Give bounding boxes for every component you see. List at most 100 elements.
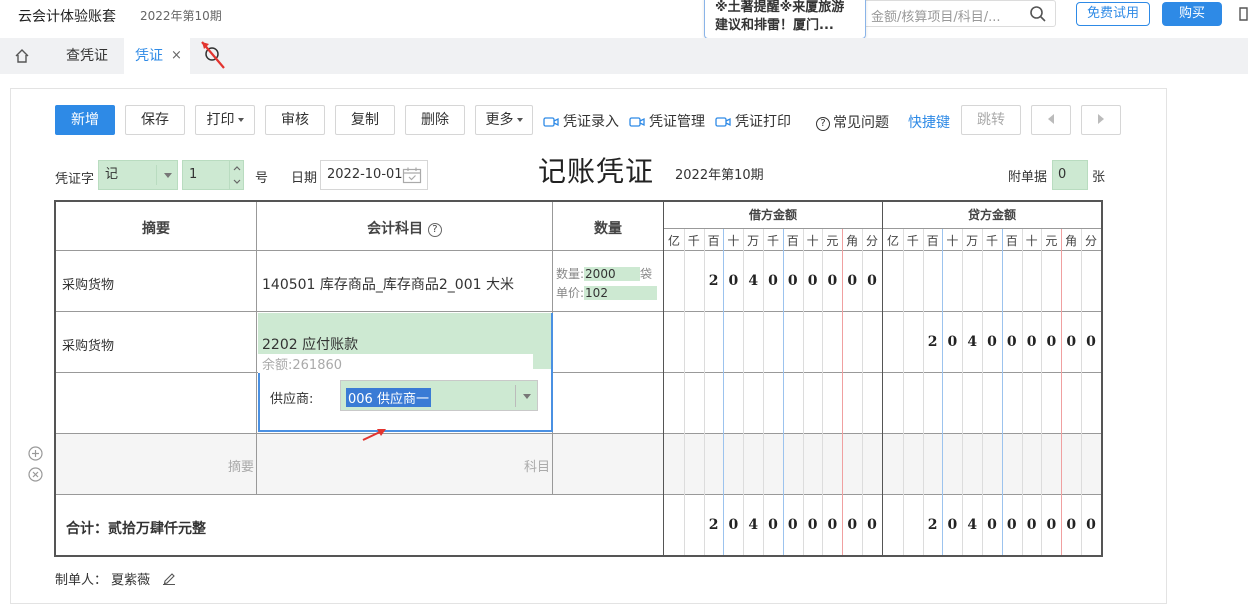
summary-placeholder[interactable]: 摘要 (228, 456, 254, 475)
app-title[interactable]: 云会计体验账套 (18, 6, 116, 26)
voucher-word-select[interactable]: 记 (98, 160, 178, 190)
amount-digit: 0 (768, 273, 778, 289)
digit-unit-header: 元 (826, 234, 839, 248)
new-button[interactable]: 新增 (55, 105, 115, 135)
digit-grid-line (1021, 229, 1023, 555)
voucher-number-value: 1 (189, 167, 198, 182)
tab-close-icon[interactable]: × (171, 38, 182, 74)
price-label: 单价: (556, 286, 585, 300)
free-trial-button[interactable]: 免费试用 (1076, 2, 1150, 26)
digit-unit-header: 千 (906, 234, 919, 248)
chevron-down-icon (237, 118, 244, 122)
calendar-icon[interactable] (402, 167, 422, 184)
accounting-period: 2022年第10期 (140, 9, 222, 23)
chevron-down-icon[interactable] (230, 175, 244, 188)
tip-line-1: ※土著提醒※来厦旅游 (715, 0, 845, 15)
row1-price[interactable]: 单价:102 (556, 284, 658, 301)
digit-unit-header: 百 (1005, 234, 1018, 248)
maker-label: 制单人： (55, 573, 108, 588)
tab-home[interactable] (0, 38, 44, 74)
col-account-label: 会计科目 (367, 221, 424, 237)
tab-query-voucher[interactable]: 查凭证 (52, 38, 122, 74)
faq-label: 常见问题 (833, 115, 889, 131)
save-button[interactable]: 保存 (125, 105, 185, 135)
next-voucher-button[interactable] (1081, 105, 1121, 135)
grid-line (882, 202, 883, 556)
delete-row-icon[interactable] (28, 467, 43, 482)
account-placeholder[interactable]: 科目 (524, 456, 550, 475)
price-value[interactable]: 102 (584, 286, 658, 300)
mouse-cursor-icon (201, 41, 225, 69)
video-icon (715, 117, 731, 127)
more-label: 更多 (485, 112, 514, 128)
supplier-select[interactable]: 006 供应商一 (340, 380, 538, 411)
search-input[interactable]: 金额/核算项目/科目/... (840, 0, 1056, 27)
digit-unit-header: 千 (766, 234, 779, 248)
qty-label: 数量: (556, 267, 585, 281)
qty-value[interactable]: 2000 (584, 267, 641, 281)
number-stepper[interactable] (229, 160, 243, 190)
audit-button[interactable]: 审核 (265, 105, 325, 135)
amount-digit: 0 (1066, 517, 1077, 533)
faq-link[interactable]: ? 常见问题 (816, 112, 889, 132)
row2-account: 2202 应付账款 (262, 337, 359, 353)
triangle-left-icon (1048, 114, 1054, 124)
grid-line (56, 250, 1101, 251)
digit-unit-header: 元 (1045, 234, 1058, 248)
attachment-count-input[interactable]: 0 (1052, 160, 1088, 190)
voucher-entry-label: 凭证录入 (563, 114, 619, 130)
voucher-number-input[interactable]: 1 (182, 160, 244, 190)
copy-button[interactable]: 复制 (335, 105, 395, 135)
amount-digit: 0 (947, 517, 958, 533)
amount-digit: 0 (847, 273, 858, 289)
top-bar: 云会计体验账套 2022年第10期 金额/核算项目/科目/... ※土著提醒※来… (0, 0, 1248, 39)
search-icon[interactable] (1029, 5, 1047, 23)
digit-unit-header: 千 (985, 234, 998, 248)
amount-digit: 0 (787, 273, 798, 289)
chevron-down-icon[interactable] (523, 394, 531, 399)
digit-unit-header: 十 (727, 234, 740, 248)
row1-quantity[interactable]: 数量:2000 袋 (556, 265, 652, 282)
print-button[interactable]: 打印 (195, 105, 255, 135)
add-row-icon[interactable] (28, 446, 43, 461)
grid-line (56, 311, 1101, 312)
jump-button[interactable]: 跳转 (961, 105, 1021, 135)
prev-voucher-button[interactable] (1031, 105, 1071, 135)
voucher-word-value: 记 (105, 167, 119, 182)
voucher-manage-link[interactable]: 凭证管理 (629, 111, 705, 131)
digit-unit-header: 十 (806, 234, 819, 248)
shortcuts-link[interactable]: 快捷键 (908, 112, 950, 132)
voucher-entry-link[interactable]: 凭证录入 (543, 111, 619, 131)
amount-digit: 2 (708, 517, 719, 533)
buy-button[interactable]: 购买 (1162, 2, 1222, 26)
digit-grid-line (1061, 229, 1063, 555)
delete-button[interactable]: 删除 (405, 105, 465, 135)
voucher-entry-grid (54, 200, 1103, 557)
row1-summary[interactable]: 采购货物 (62, 274, 114, 293)
row1-account[interactable]: 140501 库存商品_库存商品2_001 大米 (262, 274, 514, 294)
news-tip-popup[interactable]: ※土著提醒※来厦旅游 建议和排雷！厦门... (704, 0, 866, 39)
chevron-down-icon (164, 173, 172, 178)
number-suffix: 号 (255, 171, 269, 186)
tip-line-2: 建议和排雷！厦门... (715, 18, 834, 33)
empty-entry-row[interactable] (56, 434, 1101, 494)
help-icon[interactable]: ? (427, 223, 442, 237)
amount-digit: 0 (867, 517, 877, 533)
tab-voucher[interactable]: 凭证 × (124, 38, 190, 74)
more-button[interactable]: 更多 (475, 105, 533, 135)
chevron-up-icon[interactable] (230, 162, 244, 175)
amount-digit: 0 (947, 334, 958, 350)
voucher-print-link[interactable]: 凭证打印 (715, 111, 791, 131)
col-credit-header: 贷方金额 (967, 208, 1016, 222)
home-icon (15, 49, 29, 63)
amount-digit: 2 (708, 273, 719, 289)
amount-digit: 0 (827, 517, 838, 533)
logout-icon[interactable] (1238, 7, 1248, 21)
amount-digit: 0 (1006, 334, 1017, 350)
row2-summary[interactable]: 采购货物 (62, 335, 114, 354)
search-placeholder: 金额/核算项目/科目/... (871, 10, 1001, 25)
triangle-right-icon (1098, 114, 1104, 124)
amount-digit: 0 (1046, 517, 1057, 533)
edit-icon[interactable] (162, 571, 176, 585)
attachment-count: 0 (1058, 167, 1067, 182)
